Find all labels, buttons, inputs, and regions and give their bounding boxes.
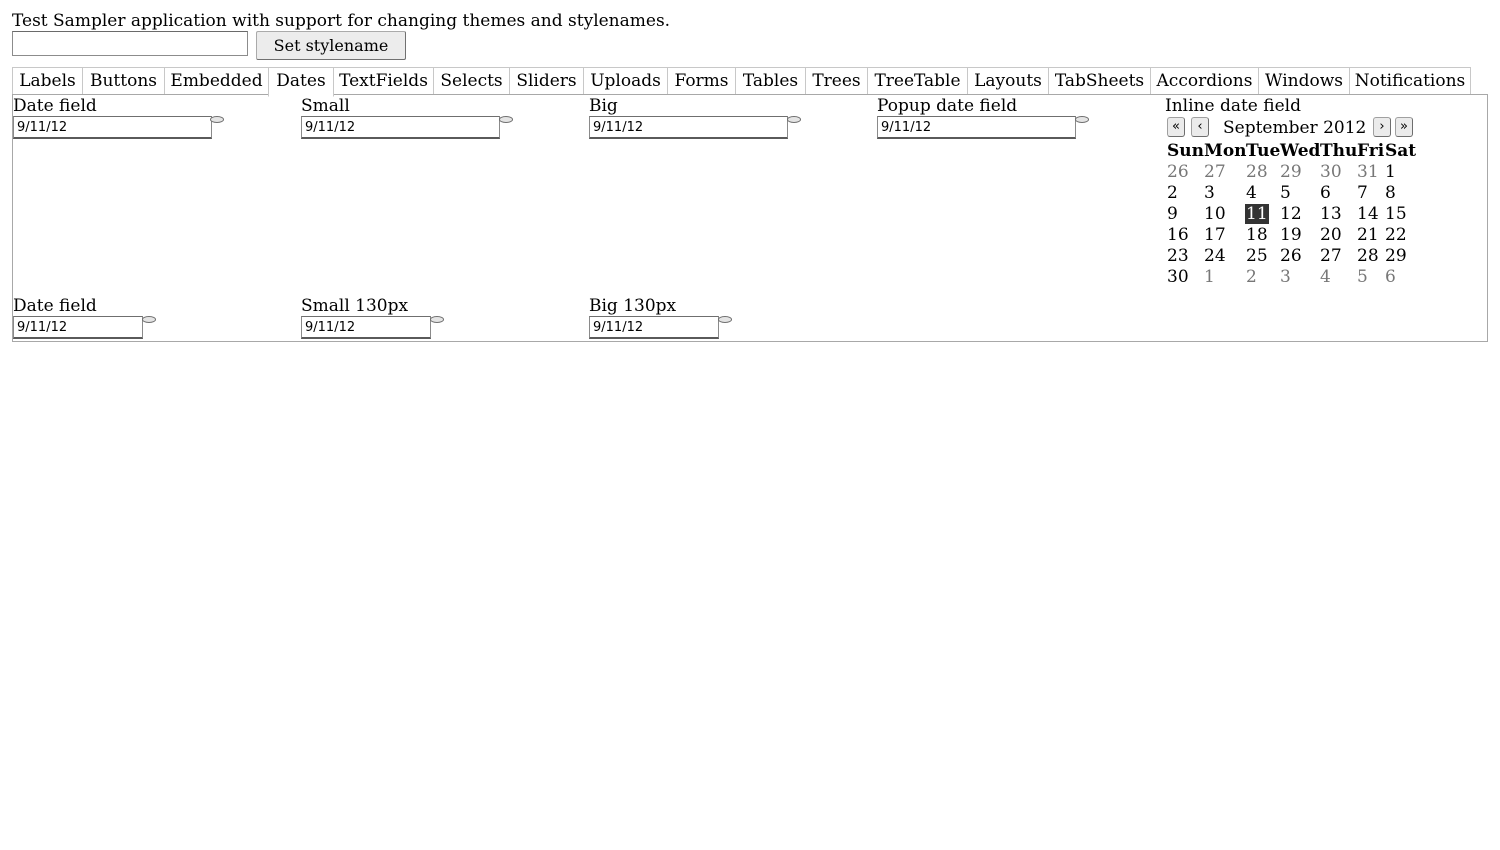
tab-trees[interactable]: Trees xyxy=(805,68,868,95)
calendar-day[interactable]: 8 xyxy=(1385,183,1396,203)
weekday-header-thu: Thu xyxy=(1320,141,1358,161)
small-date-popup-button[interactable] xyxy=(499,116,513,123)
calendar-day[interactable]: 4 xyxy=(1246,183,1257,203)
calendar-day[interactable]: 29 xyxy=(1385,246,1407,266)
stylename-input[interactable] xyxy=(12,31,248,56)
tab-buttons[interactable]: Buttons xyxy=(82,68,165,95)
prev-year-button[interactable]: « xyxy=(1167,117,1185,137)
tab-uploads[interactable]: Uploads xyxy=(583,68,668,95)
popup-date-input[interactable] xyxy=(877,116,1076,139)
calendar-day[interactable]: 14 xyxy=(1357,204,1379,224)
weekday-header-mon: Mon xyxy=(1204,141,1247,161)
tab-treetable[interactable]: TreeTable xyxy=(867,68,968,95)
calendar-day[interactable]: 23 xyxy=(1167,246,1189,266)
popup-date-popup-button[interactable] xyxy=(1075,116,1089,123)
calendar-day[interactable]: 2 xyxy=(1246,267,1257,287)
calendar-day[interactable]: 24 xyxy=(1204,246,1226,266)
date-field-caption: Date field xyxy=(13,96,97,116)
date-field-2-input[interactable] xyxy=(13,316,143,339)
calendar-day[interactable]: 6 xyxy=(1320,183,1331,203)
calendar-day[interactable]: 9 xyxy=(1167,204,1178,224)
next-year-button[interactable]: » xyxy=(1395,117,1413,137)
calendar-day[interactable]: 26 xyxy=(1167,162,1189,182)
tab-bar: Labels Buttons Embedded Dates TextFields… xyxy=(12,67,1471,97)
calendar-day[interactable]: 25 xyxy=(1246,246,1268,266)
calendar-day[interactable]: 29 xyxy=(1280,162,1302,182)
calendar-day[interactable]: 5 xyxy=(1357,267,1368,287)
small-130-input[interactable] xyxy=(301,316,431,339)
calendar-day[interactable]: 2 xyxy=(1167,183,1178,203)
tab-textfields[interactable]: TextFields xyxy=(333,68,434,95)
calendar-day[interactable]: 17 xyxy=(1204,225,1226,245)
next-month-button[interactable]: › xyxy=(1373,117,1391,137)
big-date-caption: Big xyxy=(589,96,618,116)
calendar-day[interactable]: 27 xyxy=(1320,246,1342,266)
big-date-popup-button[interactable] xyxy=(787,116,801,123)
weekday-header-tue: Tue xyxy=(1246,141,1281,161)
tab-sliders[interactable]: Sliders xyxy=(509,68,584,95)
tab-accordions[interactable]: Accordions xyxy=(1150,68,1259,95)
calendar-day[interactable]: 11 xyxy=(1245,204,1269,224)
calendar-day[interactable]: 21 xyxy=(1357,225,1379,245)
calendar-day[interactable]: 22 xyxy=(1385,225,1407,245)
calendar-day[interactable]: 27 xyxy=(1204,162,1226,182)
calendar-day[interactable]: 28 xyxy=(1246,162,1268,182)
calendar-month-label: September 2012 xyxy=(1223,118,1367,138)
big-130-input[interactable] xyxy=(589,316,719,339)
calendar-day[interactable]: 1 xyxy=(1385,162,1396,182)
calendar-day[interactable]: 30 xyxy=(1167,267,1189,287)
tab-windows[interactable]: Windows xyxy=(1258,68,1350,95)
weekday-header-fri: Fri xyxy=(1357,141,1385,161)
small-130-popup-button[interactable] xyxy=(430,316,444,323)
calendar-day[interactable]: 15 xyxy=(1385,204,1407,224)
small-130-caption: Small 130px xyxy=(301,296,409,316)
big-130-caption: Big 130px xyxy=(589,296,677,316)
calendar-day[interactable]: 3 xyxy=(1204,183,1215,203)
date-field-2-popup-button[interactable] xyxy=(142,316,156,323)
big-date-input[interactable] xyxy=(589,116,788,139)
tab-dates[interactable]: Dates xyxy=(268,68,334,97)
big-130-popup-button[interactable] xyxy=(718,316,732,323)
weekday-header-wed: Wed xyxy=(1280,141,1321,161)
small-date-input[interactable] xyxy=(301,116,500,139)
calendar-day[interactable]: 10 xyxy=(1204,204,1226,224)
calendar-day[interactable]: 16 xyxy=(1167,225,1189,245)
weekday-header-sat: Sat xyxy=(1385,141,1417,161)
inline-date-caption: Inline date field xyxy=(1165,96,1301,116)
calendar-day[interactable]: 7 xyxy=(1357,183,1368,203)
calendar-day[interactable]: 20 xyxy=(1320,225,1342,245)
calendar-day[interactable]: 30 xyxy=(1320,162,1342,182)
calendar-day[interactable]: 12 xyxy=(1280,204,1302,224)
calendar-day[interactable]: 1 xyxy=(1204,267,1215,287)
calendar-day[interactable]: 26 xyxy=(1280,246,1302,266)
small-date-caption: Small xyxy=(301,96,350,116)
weekday-header-sun: Sun xyxy=(1167,141,1204,161)
date-field-input[interactable] xyxy=(13,116,212,139)
calendar-day[interactable]: 5 xyxy=(1280,183,1291,203)
tab-layouts[interactable]: Layouts xyxy=(967,68,1049,95)
calendar-day[interactable]: 4 xyxy=(1320,267,1331,287)
set-stylename-button[interactable]: Set stylename xyxy=(256,31,406,60)
intro-text: Test Sampler application with support fo… xyxy=(12,11,671,31)
tab-tabsheets[interactable]: TabSheets xyxy=(1048,68,1151,95)
calendar-day[interactable]: 18 xyxy=(1246,225,1268,245)
tab-selects[interactable]: Selects xyxy=(433,68,510,95)
calendar-day[interactable]: 28 xyxy=(1357,246,1379,266)
popup-date-caption: Popup date field xyxy=(877,96,1018,116)
date-field-2-caption: Date field xyxy=(13,296,97,316)
calendar-day[interactable]: 3 xyxy=(1280,267,1291,287)
tab-notifications[interactable]: Notifications xyxy=(1349,68,1471,95)
tab-embedded[interactable]: Embedded xyxy=(164,68,269,95)
date-field-popup-button[interactable] xyxy=(210,116,224,123)
calendar-day[interactable]: 13 xyxy=(1320,204,1342,224)
test-sampler-app: Test Sampler application with support fo… xyxy=(0,0,1500,850)
calendar-day[interactable]: 6 xyxy=(1385,267,1396,287)
calendar-day[interactable]: 19 xyxy=(1280,225,1302,245)
calendar-day[interactable]: 31 xyxy=(1357,162,1379,182)
prev-month-button[interactable]: ‹ xyxy=(1191,117,1209,137)
tab-tables[interactable]: Tables xyxy=(735,68,806,95)
tab-forms[interactable]: Forms xyxy=(667,68,736,95)
tab-labels[interactable]: Labels xyxy=(12,68,83,95)
